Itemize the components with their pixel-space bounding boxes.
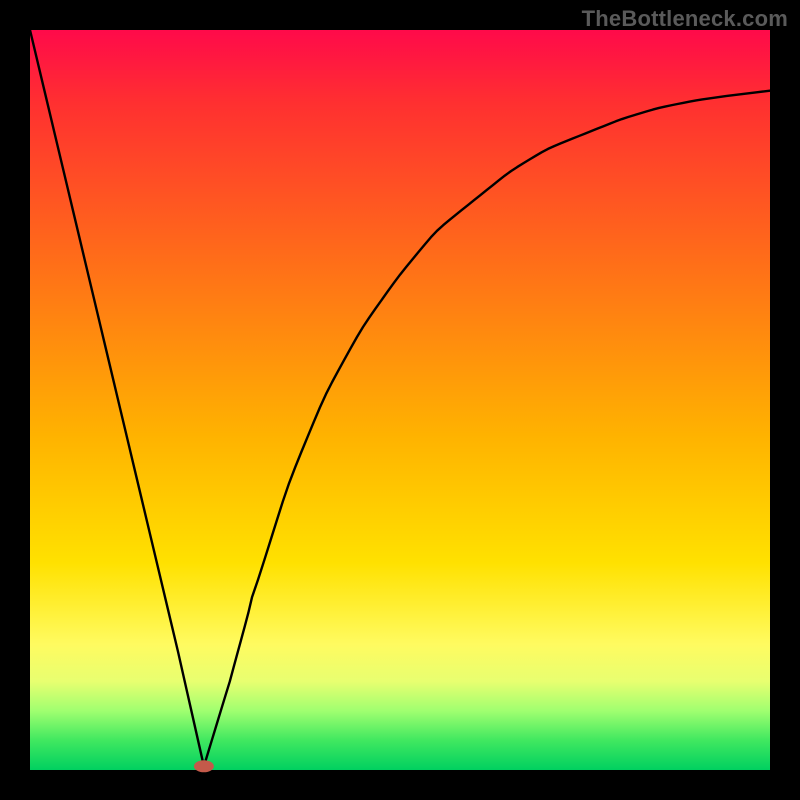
minimum-marker <box>194 760 214 772</box>
bottleneck-curve-path <box>30 30 770 766</box>
chart-frame: TheBottleneck.com <box>0 0 800 800</box>
curve-svg <box>30 30 770 770</box>
plot-area <box>30 30 770 770</box>
watermark-text: TheBottleneck.com <box>582 6 788 32</box>
